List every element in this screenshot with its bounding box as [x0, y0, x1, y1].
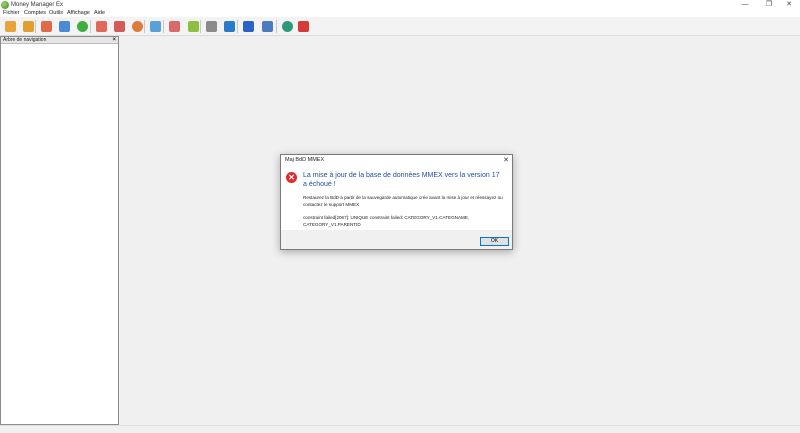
info-icon [282, 21, 293, 32]
printer-button[interactable] [204, 19, 219, 34]
maximize-button[interactable]: ❐ [758, 0, 780, 10]
status-bar [0, 425, 800, 433]
edit-pencil-button[interactable] [167, 19, 182, 34]
menu-aide[interactable]: Aide [94, 10, 105, 17]
dialog-footer: OK [281, 230, 512, 249]
gear-button[interactable] [186, 19, 201, 34]
navigation-panel: Arbre de navigation × [0, 36, 119, 425]
home-button[interactable] [57, 19, 72, 34]
window-titlebar: Money Manager Ex — ❐ ✕ [0, 0, 800, 10]
tag-button[interactable] [94, 19, 109, 34]
help-lifebuoy-icon [298, 21, 309, 32]
ok-button[interactable]: OK [480, 237, 509, 246]
user-button[interactable] [112, 19, 127, 34]
transfer-button[interactable] [222, 19, 237, 34]
add-button[interactable] [75, 19, 90, 34]
fullscreen-button[interactable] [241, 19, 256, 34]
toolbar-separator [276, 20, 277, 33]
navigation-panel-title: Arbre de navigation [3, 37, 47, 43]
minimize-button[interactable]: — [734, 0, 756, 10]
error-icon: ✕ [286, 172, 297, 183]
menu-list-icon [5, 21, 16, 32]
dialog-heading: La mise à jour de la base de données MME… [303, 172, 500, 188]
filter-icon [150, 21, 161, 32]
tag-icon [96, 21, 107, 32]
dialog-close-button[interactable]: ✕ [503, 155, 509, 166]
info-circle-button[interactable] [130, 19, 145, 34]
menu-comptes[interactable]: Comptes [24, 10, 46, 17]
close-button[interactable]: ✕ [778, 0, 800, 10]
home-icon [59, 21, 70, 32]
menu-affichage[interactable]: Affichage [67, 10, 90, 17]
menu-outils[interactable]: Outils [49, 10, 63, 17]
help-lifebuoy-button[interactable] [296, 19, 311, 34]
folder-open-icon [23, 21, 34, 32]
address-book-button[interactable] [39, 19, 54, 34]
menu-list-button[interactable] [3, 19, 18, 34]
toolbar-separator [90, 20, 91, 33]
menu-bar: Fichier Comptes Outils Affichage Aide [0, 10, 800, 17]
edit-pencil-icon [169, 21, 180, 32]
navigation-panel-close-button[interactable]: × [112, 37, 116, 44]
add-icon [77, 21, 88, 32]
printer-icon [206, 21, 217, 32]
info-circle-icon [132, 21, 143, 32]
dialog-error-detail: constraint failed[2067]: UNIQUE constrai… [303, 215, 470, 227]
address-book-icon [41, 21, 52, 32]
app-logo-icon [1, 1, 9, 9]
dialog-title: Maj BdD MMEX [285, 157, 325, 163]
fullscreen-icon [243, 21, 254, 32]
dialog-body: ✕ La mise à jour de la base de données M… [281, 166, 512, 230]
toolbar-separator [237, 20, 238, 33]
toolbar-separator [163, 20, 164, 33]
info-button[interactable] [280, 19, 295, 34]
error-dialog: Maj BdD MMEX ✕ ✕ La mise à jour de la ba… [280, 154, 513, 250]
user-icon [114, 21, 125, 32]
filter-button[interactable] [148, 19, 163, 34]
print-button[interactable] [260, 19, 275, 34]
window-title: Money Manager Ex [11, 2, 64, 8]
transfer-icon [224, 21, 235, 32]
dialog-message: Restaurez la BdD à partir de la sauvegar… [303, 195, 503, 207]
menu-fichier[interactable]: Fichier [3, 10, 20, 17]
gear-icon [188, 21, 199, 32]
dialog-titlebar: Maj BdD MMEX ✕ [281, 155, 512, 166]
toolbar [0, 17, 800, 36]
navigation-panel-header: Arbre de navigation × [1, 37, 118, 44]
print-icon [262, 21, 273, 32]
folder-open-button[interactable] [21, 19, 36, 34]
